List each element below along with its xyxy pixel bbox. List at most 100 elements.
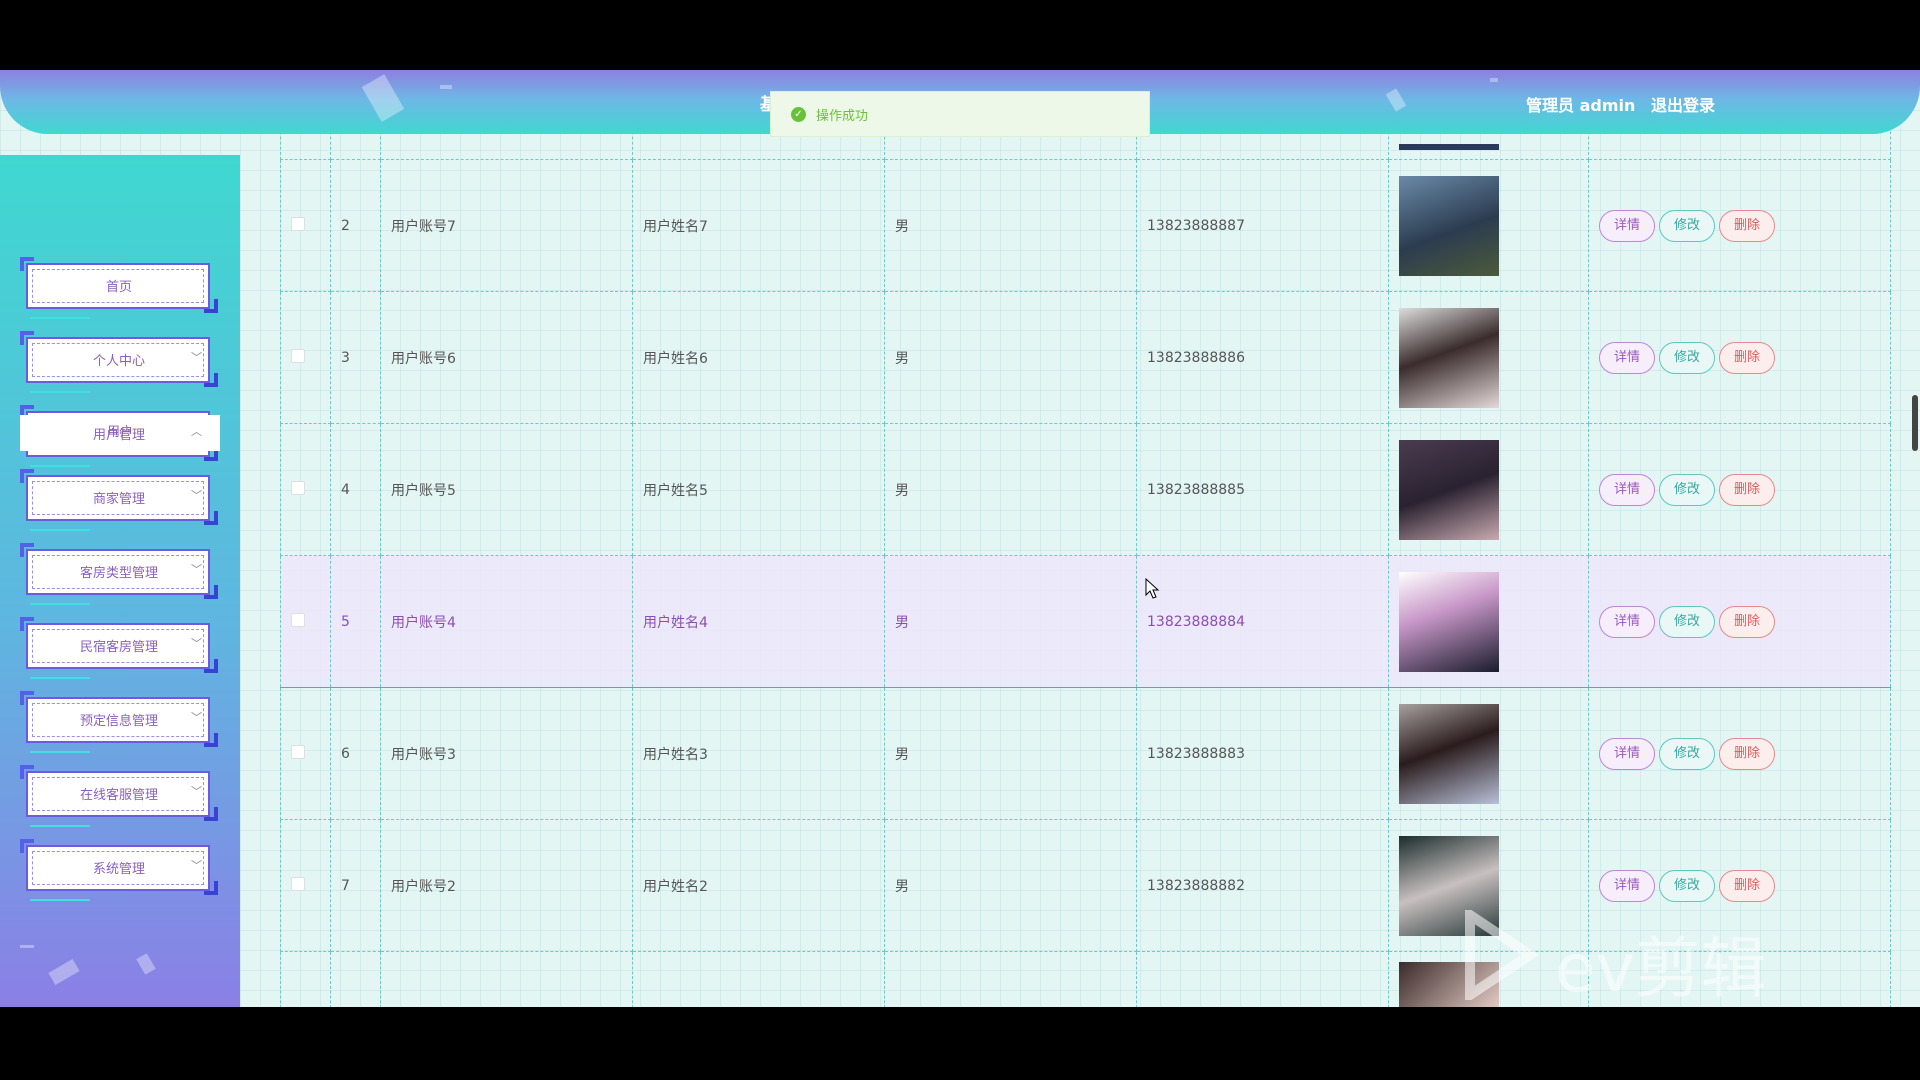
sidebar: 首页 个人中心 ﹀ 用户管理 ︿ 用户 商家管理 ﹀ 客房类型管理 ﹀ 民宿客房… (0, 155, 240, 1007)
success-check-icon: ✓ (791, 106, 806, 122)
user-name: 用户姓名3 (632, 687, 885, 820)
edit-button[interactable]: 修改 (1659, 341, 1716, 374)
user-account: 用户账号3 (380, 687, 633, 820)
user-gender: 男 (884, 291, 1137, 424)
row-checkbox[interactable] (291, 876, 305, 891)
delete-button[interactable]: 删除 (1719, 605, 1776, 638)
play-logo-icon (1465, 910, 1540, 1000)
sidebar-item-label: 系统管理 (92, 862, 145, 877)
row-index: 5 (330, 555, 381, 688)
table-row: 4 用户账号5 用户姓名5 男 13823888885 详情 修改 删除 (280, 423, 1891, 556)
sidebar-item-label: 个人中心 (92, 354, 145, 369)
user-name: 用户姓名5 (632, 423, 885, 556)
row-index: 3 (330, 291, 381, 424)
user-gender: 男 (884, 555, 1137, 688)
app-screen: 基 管理员 admin 退出登录 ✓ 操作成功 首页 个人中心 ﹀ 用户管理 ︿… (0, 70, 1920, 1007)
sidebar-item-system[interactable]: 系统管理 ﹀ (20, 839, 218, 901)
delete-button[interactable]: 删除 (1719, 209, 1776, 242)
delete-button[interactable]: 删除 (1719, 341, 1776, 374)
detail-button[interactable]: 详情 (1599, 737, 1656, 770)
row-index: 4 (330, 423, 381, 556)
sidebar-item-label: 客房类型管理 (79, 566, 158, 581)
chevron-down-icon: ﹀ (191, 637, 202, 650)
chevron-down-icon: ﹀ (191, 489, 202, 502)
user-table: 2 用户账号7 用户姓名7 男 13823888887 详情 修改 删除 3 用户账号6 用户姓名6… (280, 70, 1891, 1007)
vertical-scrollbar[interactable] (1912, 395, 1918, 451)
table-row: 2 用户账号7 用户姓名7 男 13823888887 详情 修改 删除 (280, 159, 1891, 292)
user-area: 管理员 admin 退出登录 (1516, 92, 1715, 116)
table-row: 6 用户账号3 用户姓名3 男 13823888883 详情 修改 删除 (280, 687, 1891, 820)
delete-button[interactable]: 删除 (1719, 869, 1776, 902)
user-account: 用户账号4 (380, 555, 633, 688)
chevron-down-icon: ﹀ (191, 351, 202, 364)
sidebar-item-label: 在线客服管理 (79, 788, 158, 803)
user-name: 用户姓名2 (632, 819, 885, 952)
row-index: 7 (330, 819, 381, 952)
toast-message: 操作成功 (816, 108, 869, 124)
user-phone: 13823888885 (1136, 423, 1389, 556)
sidebar-item-room-type[interactable]: 客房类型管理 ﹀ (20, 543, 218, 605)
admin-label: 管理员 admin (1526, 96, 1636, 115)
sidebar-item-online-service[interactable]: 在线客服管理 ﹀ (20, 765, 218, 827)
user-phone: 13823888887 (1136, 159, 1389, 292)
user-phone: 13823888883 (1136, 687, 1389, 820)
user-account: 用户账号7 (380, 159, 633, 292)
user-gender: 男 (884, 423, 1137, 556)
sidebar-item-label: 用户管理 (92, 428, 145, 443)
user-table-area: 2 用户账号7 用户姓名7 男 13823888887 详情 修改 删除 3 用户账号6 用户姓名6… (280, 70, 1891, 1007)
user-name: 用户姓名4 (632, 555, 885, 688)
user-account: 用户账号5 (380, 423, 633, 556)
ev-watermark: ev剪辑 (1455, 910, 1835, 1007)
table-row: 5 用户账号4 用户姓名4 男 13823888884 详情 修改 删除 (280, 555, 1891, 688)
user-gender: 男 (884, 687, 1137, 820)
row-index: 6 (330, 687, 381, 820)
user-name: 用户姓名7 (632, 159, 885, 292)
row-checkbox[interactable] (291, 744, 305, 759)
row-checkbox[interactable] (291, 348, 305, 363)
user-avatar (1399, 307, 1499, 408)
edit-button[interactable]: 修改 (1659, 869, 1716, 902)
user-avatar (1399, 439, 1499, 540)
logout-link[interactable]: 退出登录 (1651, 96, 1715, 115)
user-account: 用户账号2 (380, 819, 633, 952)
sidebar-item-user-management[interactable]: 用户管理 ︿ (20, 405, 218, 467)
success-toast: ✓ 操作成功 (770, 91, 1150, 137)
edit-button[interactable]: 修改 (1659, 605, 1716, 638)
chevron-down-icon: ﹀ (191, 859, 202, 872)
edit-button[interactable]: 修改 (1659, 209, 1716, 242)
row-checkbox[interactable] (291, 612, 305, 627)
detail-button[interactable]: 详情 (1599, 473, 1656, 506)
detail-button[interactable]: 详情 (1599, 869, 1656, 902)
watermark-text: ev剪辑 (1555, 930, 1767, 1007)
sidebar-item-label: 首页 (105, 280, 132, 295)
sidebar-item-home[interactable]: 首页 (20, 257, 218, 319)
user-phone: 13823888884 (1136, 555, 1389, 688)
delete-button[interactable]: 删除 (1719, 737, 1776, 770)
detail-button[interactable]: 详情 (1599, 605, 1656, 638)
row-checkbox[interactable] (291, 216, 305, 231)
user-gender: 男 (884, 819, 1137, 952)
chevron-up-icon: ︿ (191, 425, 202, 438)
sidebar-item-profile[interactable]: 个人中心 ﹀ (20, 331, 218, 393)
sidebar-item-merchant[interactable]: 商家管理 ﹀ (20, 469, 218, 531)
edit-button[interactable]: 修改 (1659, 737, 1716, 770)
row-index: 2 (330, 159, 381, 292)
table-row: 3 用户账号6 用户姓名6 男 13823888886 详情 修改 删除 (280, 291, 1891, 424)
detail-button[interactable]: 详情 (1599, 341, 1656, 374)
mouse-cursor-icon (1145, 578, 1160, 599)
chevron-down-icon: ﹀ (191, 711, 202, 724)
sidebar-item-booking[interactable]: 预定信息管理 ﹀ (20, 691, 218, 753)
row-checkbox[interactable] (291, 480, 305, 495)
sidebar-item-label: 民宿客房管理 (79, 640, 158, 655)
sidebar-item-label: 预定信息管理 (79, 714, 158, 729)
chevron-down-icon: ﹀ (191, 563, 202, 576)
detail-button[interactable]: 详情 (1599, 209, 1656, 242)
user-name: 用户姓名6 (632, 291, 885, 424)
user-phone: 13823888886 (1136, 291, 1389, 424)
sidebar-item-homestay-room[interactable]: 民宿客房管理 ﹀ (20, 617, 218, 679)
sidebar-item-label: 商家管理 (92, 492, 145, 507)
user-avatar (1399, 175, 1499, 276)
user-avatar (1399, 703, 1499, 804)
delete-button[interactable]: 删除 (1719, 473, 1776, 506)
edit-button[interactable]: 修改 (1659, 473, 1716, 506)
